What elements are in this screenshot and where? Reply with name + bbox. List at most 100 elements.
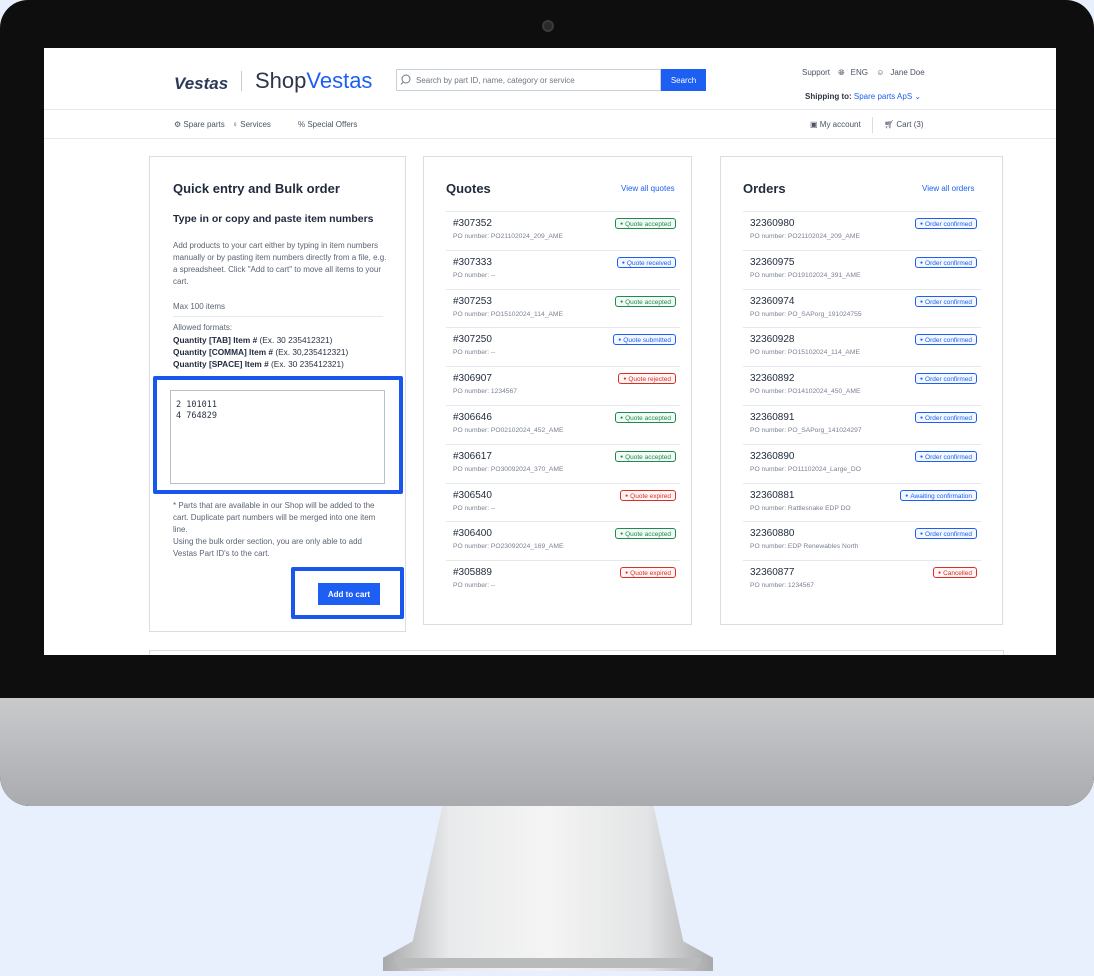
row-number[interactable]: #306540 — [453, 490, 492, 501]
bottom-section — [149, 650, 1004, 655]
logo-divider — [241, 71, 242, 91]
format-space: Quantity [SPACE] Item # (Ex. 30 23541232… — [173, 359, 344, 369]
quote-row[interactable]: #306617 PO number: PO30092024_370_AME Quot… — [446, 443, 680, 483]
quick-entry-title: Quick entry and Bulk order — [173, 181, 340, 196]
row-po-number: PO number: 1234567 — [750, 582, 814, 590]
row-number[interactable]: #307333 — [453, 257, 492, 268]
nav-special-offers[interactable]: % Special Offers — [298, 120, 357, 129]
row-number[interactable]: 32360980 — [750, 218, 795, 229]
language-selector[interactable]: ENG — [851, 68, 868, 77]
row-po-number: PO number: PO14102024_450_AME — [750, 388, 861, 396]
row-number[interactable]: #306646 — [453, 412, 492, 423]
row-number[interactable]: 32360892 — [750, 373, 795, 384]
support-link[interactable]: Support — [802, 68, 830, 77]
order-row[interactable]: 32360892 PO number: PO14102024_450_AME Ord… — [743, 366, 981, 405]
row-po-number: PO number: PO21102024_209_AME — [453, 233, 563, 240]
shipping-selector[interactable]: Shipping to: Spare parts ApS ⌄ — [805, 92, 921, 101]
quotes-title: Quotes — [446, 181, 491, 196]
status-badge: Quote expired — [620, 489, 676, 501]
user-name[interactable]: Jane Doe — [890, 68, 924, 77]
nav-my-account[interactable]: ▣ My account — [810, 120, 861, 129]
row-po-number: PO number: PO21102024_209_AME — [750, 233, 860, 240]
vestas-logo[interactable]: Vestas — [174, 74, 228, 94]
quote-row[interactable]: #307352 PO number: PO21102024_209_AME Quot… — [446, 211, 680, 250]
order-row[interactable]: 32360881 PO number: Rattlesnake EDP DO Awa… — [743, 482, 981, 522]
shipping-value[interactable]: Spare parts ApS — [854, 92, 912, 101]
order-row[interactable]: 32360890 PO number: PO11102024_Large_DO Or… — [743, 443, 981, 483]
status-badge: Order confirmed — [915, 528, 977, 540]
nav-divider — [872, 117, 873, 133]
format-comma: Quantity [COMMA] Item # (Ex. 30,23541232… — [173, 347, 348, 357]
row-po-number: PO number: PO30092024_370_AME — [453, 465, 564, 473]
row-number[interactable]: #307253 — [453, 296, 492, 307]
row-po-number: PO number: EDP Renewables North — [750, 543, 859, 551]
chevron-down-icon[interactable]: ⌄ — [914, 92, 921, 101]
row-number[interactable]: #307352 — [453, 218, 492, 229]
row-number[interactable]: #307250 — [453, 334, 492, 345]
row-number[interactable]: 32360890 — [750, 451, 795, 462]
row-po-number: PO number: PO15102024_114_AME — [453, 310, 563, 318]
quote-row[interactable]: #305889 PO number: -- Quote expired — [446, 560, 680, 599]
nav-cart[interactable]: 🛒︎ Cart (3) — [884, 120, 924, 129]
formats-title: Allowed formats: — [173, 323, 233, 332]
row-po-number: PO number: -- — [453, 504, 496, 512]
order-row[interactable]: 32360891 PO number: PO_SAPorg_141024297 Or… — [743, 405, 981, 444]
status-badge: Awaiting confirmation — [900, 489, 977, 501]
order-row[interactable]: 32360980 PO number: PO21102024_209_AME Ord… — [743, 211, 981, 250]
stand-base — [395, 958, 701, 968]
row-po-number: PO number: PO02102024_452_AME — [453, 427, 564, 434]
row-po-number: PO number: -- — [453, 271, 496, 279]
row-po-number: PO number: PO15102024_114_AME — [750, 349, 860, 357]
shipping-label: Shipping to: — [805, 92, 852, 101]
order-row[interactable]: 32360928 PO number: PO15102024_114_AME Ord… — [743, 327, 981, 366]
order-row[interactable]: 32360877 PO number: 1234567 Cancelled — [743, 560, 981, 599]
quote-row[interactable]: #307253 PO number: PO15102024_114_AME Quot… — [446, 288, 680, 328]
view-all-orders-link[interactable]: View all orders — [922, 184, 974, 193]
format-comma-example: (Ex. 30,235412321) — [273, 347, 349, 357]
format-tab-example: (Ex. 30 235412321) — [257, 335, 333, 345]
status-badge: Quote received — [616, 256, 676, 268]
quote-row[interactable]: #306646 PO number: PO02102024_452_AME Quot… — [446, 405, 680, 444]
quote-row[interactable]: #306400 PO number: PO23092024_169_AME Quot… — [446, 521, 680, 560]
row-number[interactable]: 32360877 — [750, 567, 795, 578]
quote-row[interactable]: #306540 PO number: -- Quote expired — [446, 482, 680, 522]
row-number[interactable]: 32360975 — [750, 257, 795, 268]
search-input[interactable] — [416, 70, 656, 90]
order-row[interactable]: 32360974 PO number: PO_SAPorg_191024755 Or… — [743, 288, 981, 328]
nav-spare-parts[interactable]: ⚙︎ Spare parts — [174, 120, 225, 129]
format-tab: Quantity [TAB] Item # (Ex. 30 235412321) — [173, 335, 332, 345]
row-number[interactable]: 32360880 — [750, 528, 795, 539]
shopvestas-logo[interactable]: ShopVestas — [255, 68, 372, 94]
row-number[interactable]: 32360881 — [750, 490, 795, 501]
monitor-chin — [0, 698, 1094, 806]
orders-title: Orders — [743, 181, 786, 196]
row-number[interactable]: 32360928 — [750, 334, 795, 345]
status-badge: Order confirmed — [915, 412, 977, 423]
row-number[interactable]: 32360974 — [750, 296, 795, 307]
row-po-number: PO number: PO_SAPorg_141024297 — [750, 427, 862, 434]
nav-spare-parts-label: Spare parts — [183, 120, 225, 129]
row-number[interactable]: #306617 — [453, 451, 492, 462]
globe-icon[interactable]: 🌐︎ — [838, 68, 844, 77]
row-number[interactable]: 32360891 — [750, 412, 795, 423]
row-number[interactable]: #306400 — [453, 528, 492, 539]
quote-row[interactable]: #307333 PO number: -- Quote received — [446, 249, 680, 289]
search-button[interactable]: Search — [661, 69, 706, 91]
user-icon[interactable]: ☺ — [876, 68, 884, 77]
quote-row[interactable]: #306907 PO number: 1234567 Quote rejected — [446, 366, 680, 405]
row-number[interactable]: #305889 — [453, 567, 492, 578]
quotes-card: Quotes View all quotes #307352 PO number:… — [423, 156, 692, 625]
order-row[interactable]: 32360975 PO number: PO19102024_391_AME Ord… — [743, 249, 981, 289]
format-space-label: Quantity [SPACE] Item # — [173, 359, 269, 369]
nav-services[interactable]: ♀︎ Services — [232, 120, 271, 129]
status-badge: Cancelled — [933, 567, 977, 579]
view-all-quotes-link[interactable]: View all quotes — [621, 184, 675, 193]
status-badge: Order confirmed — [915, 256, 977, 268]
order-row[interactable]: 32360880 PO number: EDP Renewables North O… — [743, 521, 981, 560]
status-badge: Order confirmed — [915, 295, 977, 307]
row-po-number: PO number: 1234567 — [453, 388, 517, 396]
account-icon: ▣ — [810, 120, 820, 129]
row-number[interactable]: #306907 — [453, 373, 492, 384]
quote-row[interactable]: #307250 PO number: -- Quote submitted — [446, 327, 680, 366]
status-badge: Order confirmed — [915, 334, 977, 346]
